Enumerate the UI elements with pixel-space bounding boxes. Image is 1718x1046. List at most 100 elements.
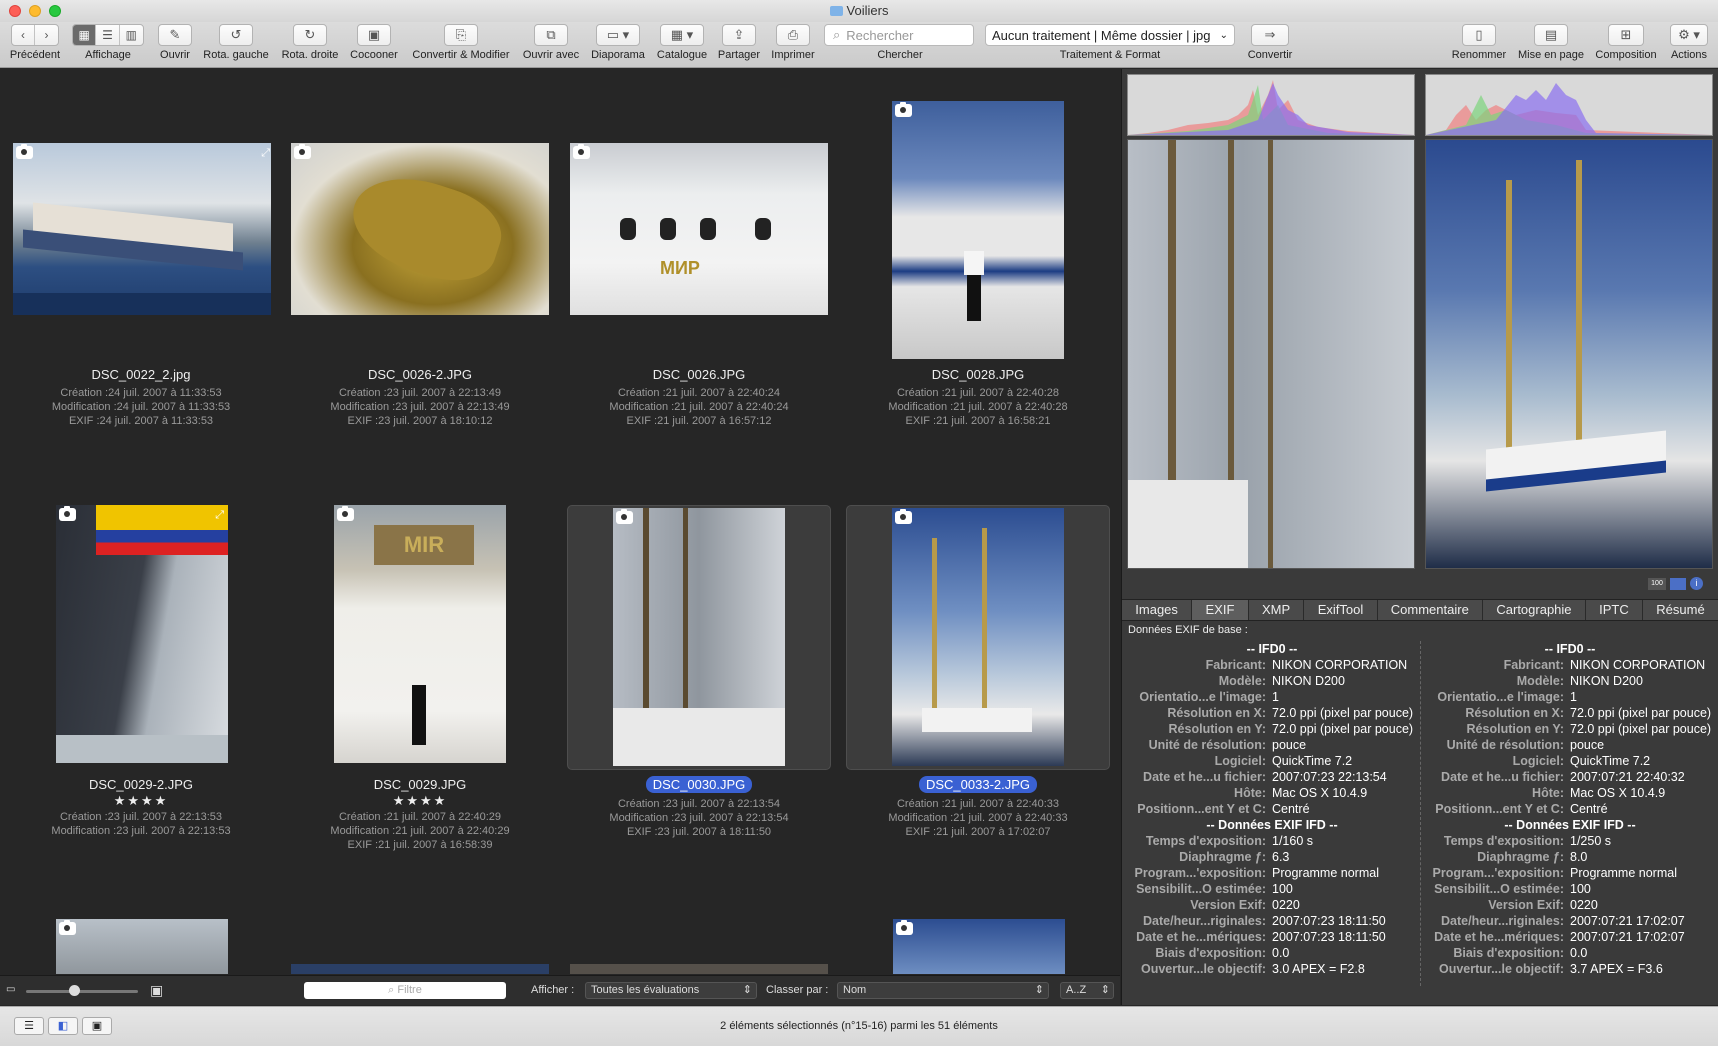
thumbnail-image[interactable]: МИР xyxy=(570,143,828,315)
tab-cartography[interactable]: Cartographie xyxy=(1483,600,1586,620)
slideshow-button[interactable]: ▭ ▾ Diaporama xyxy=(587,24,649,61)
process-group: Aucun traitement | Même dossier | jpg ⌄ T… xyxy=(985,24,1235,61)
share-button[interactable]: ⇪ Partager xyxy=(715,24,763,61)
thumbnail-cell[interactable] xyxy=(288,69,552,334)
thumbnail-meta: Création :23 juil. 2007 à 22:13:49 Modifi… xyxy=(330,387,510,427)
thumbnail-image[interactable] xyxy=(56,919,228,974)
thumbnail-image[interactable] xyxy=(570,964,828,974)
thumbnail-filename: DSC_0026.JPG xyxy=(652,367,746,382)
slideshow-icon: ▭ ▾ xyxy=(596,24,640,46)
actions-button[interactable]: ⚙ ▾ Actions xyxy=(1664,24,1714,61)
search-input[interactable]: ⌕ Rechercher xyxy=(824,24,974,46)
thumbnail-image[interactable] xyxy=(892,508,1064,766)
preview-image-left[interactable] xyxy=(1127,139,1415,569)
camera-icon xyxy=(616,509,633,524)
convert-modify-button[interactable]: ⎘ Convertir & Modifier xyxy=(406,24,516,61)
exif-value: 2007:07:21 17:02:07 xyxy=(1570,914,1685,928)
rating-stars[interactable]: ★★★★ xyxy=(280,793,560,809)
thumbnail-image[interactable] xyxy=(13,143,271,315)
exif-row: Fabricant: NIKON CORPORATION xyxy=(1422,657,1718,673)
filmstrip-view-icon[interactable]: ▥ xyxy=(120,25,143,45)
print-button[interactable]: ⎙ Imprimer xyxy=(767,24,819,61)
thumbnail-cell[interactable]: МИР xyxy=(567,69,831,334)
histogram-toggle-icon[interactable] xyxy=(1670,578,1686,590)
thumbnail-cell[interactable]: ⤢ xyxy=(10,69,274,399)
forward-arrow-icon[interactable]: › xyxy=(35,25,58,45)
thumbnail-cell-selected[interactable] xyxy=(846,505,1110,770)
expand-icon[interactable]: ⤢ xyxy=(261,147,270,160)
expand-icon[interactable]: ⤢ xyxy=(215,509,224,522)
exif-row: Date et he...mériques: 2007:07:21 17:02:0… xyxy=(1422,929,1718,945)
exif-value: 0.0 xyxy=(1272,946,1290,960)
catalog-icon: ▦ ▾ xyxy=(660,24,704,46)
composition-button[interactable]: ⊞ Composition xyxy=(1590,24,1662,61)
sort-select[interactable]: Nom ⇕ xyxy=(837,982,1049,999)
exif-key: Résolution en Y: xyxy=(1168,722,1266,736)
order-value: A..Z xyxy=(1066,984,1087,996)
thumbnail-meta: Création :23 juil. 2007 à 22:13:54 Modifi… xyxy=(609,798,789,838)
zoom-100-icon[interactable]: 100 xyxy=(1648,578,1666,590)
info-icon[interactable]: i xyxy=(1690,577,1703,590)
convert-button[interactable]: ⇒ Convertir xyxy=(1244,24,1296,61)
thumbnail-image[interactable] xyxy=(613,508,785,766)
exif-row: Biais d'exposition: 0.0 xyxy=(1422,945,1718,961)
rating-stars[interactable]: ★★★★ xyxy=(1,793,281,809)
rotate-left-button[interactable]: ↺ Rota. gauche xyxy=(202,24,270,61)
thumbnail-image[interactable] xyxy=(893,919,1065,974)
tab-exif[interactable]: EXIF xyxy=(1192,600,1249,620)
exif-value: Programme normal xyxy=(1272,866,1379,880)
exif-row: Temps d'exposition: 1/250 s xyxy=(1422,833,1718,849)
rename-button[interactable]: ▯ Renommer xyxy=(1446,24,1512,61)
grid-view-icon[interactable]: ▦ xyxy=(73,25,97,45)
thumbnail-image[interactable] xyxy=(291,964,549,974)
tab-images[interactable]: Images xyxy=(1122,600,1193,620)
thumbnail-filename: DSC_0029.JPG xyxy=(373,777,467,792)
preview-panel: 100 i Images EXIF XMP ExifTool Commentai… xyxy=(1121,69,1718,1005)
show-value: Toutes les évaluations xyxy=(591,984,700,996)
preview-image-right[interactable] xyxy=(1425,139,1713,569)
process-select[interactable]: Aucun traitement | Même dossier | jpg ⌄ xyxy=(985,24,1235,46)
thumbnail-filename: DSC_0028.JPG xyxy=(931,367,1025,382)
tab-summary[interactable]: Résumé xyxy=(1643,600,1718,620)
exif-value: QuickTime 7.2 xyxy=(1570,754,1651,768)
exif-value: 1/250 s xyxy=(1570,834,1612,848)
open-with-button[interactable]: ⧉ Ouvrir avec xyxy=(520,24,582,61)
thumbnail-image[interactable] xyxy=(291,143,549,315)
exif-key: Sensibilit...O estimée: xyxy=(1136,882,1266,896)
thumbnail-image[interactable]: MIR xyxy=(334,505,506,763)
cocoon-button[interactable]: ▣ Cocooner xyxy=(347,24,401,61)
tab-iptc[interactable]: IPTC xyxy=(1586,600,1643,620)
rename-icon: ▯ xyxy=(1462,24,1496,46)
thumbnail-cell[interactable]: MIR xyxy=(288,505,552,770)
tab-xmp[interactable]: XMP xyxy=(1249,600,1305,620)
show-select[interactable]: Toutes les évaluations ⇕ xyxy=(585,982,757,999)
thumbnail-size-slider[interactable] xyxy=(26,990,138,993)
thumbnail-image[interactable] xyxy=(56,505,228,763)
tab-comment[interactable]: Commentaire xyxy=(1378,600,1484,620)
convert-modify-label: Convertir & Modifier xyxy=(412,49,510,61)
exif-value: Mac OS X 10.4.9 xyxy=(1570,786,1666,800)
exif-section-title: -- Données EXIF IFD -- xyxy=(1206,818,1338,832)
exif-row: Modèle: NIKON D200 xyxy=(1422,673,1718,689)
rotate-right-button[interactable]: ↻ Rota. droite xyxy=(277,24,343,61)
slider-knob[interactable] xyxy=(69,985,80,996)
exif-value: NIKON D200 xyxy=(1570,674,1643,688)
composition-label: Composition xyxy=(1595,49,1657,61)
back-arrow-icon[interactable]: ‹ xyxy=(12,25,36,45)
thumbnail-cell-selected[interactable] xyxy=(567,505,831,770)
exif-row: Date et he...mériques: 2007:07:23 18:11:5… xyxy=(1124,929,1420,945)
filter-input[interactable]: ⌕ Filtre xyxy=(304,982,506,999)
catalog-button[interactable]: ▦ ▾ Catalogue xyxy=(653,24,711,61)
thumbnail-cell[interactable] xyxy=(846,69,1110,359)
tab-exiftool[interactable]: ExifTool xyxy=(1304,600,1378,620)
list-view-icon[interactable]: ☰ xyxy=(96,25,120,45)
exif-row: Logiciel: QuickTime 7.2 xyxy=(1422,753,1718,769)
open-button[interactable]: ✎ Ouvrir xyxy=(152,24,198,61)
thumbnail-cell[interactable]: ⤢ xyxy=(10,505,274,770)
exif-key: Hôte: xyxy=(1532,786,1564,800)
thumbnail-meta: Création :21 juil. 2007 à 22:40:24 Modifi… xyxy=(609,387,789,427)
thumbnail-image[interactable] xyxy=(892,101,1064,359)
order-select[interactable]: A..Z ⇕ xyxy=(1060,982,1114,999)
layout-button[interactable]: ▤ Mise en page xyxy=(1514,24,1588,61)
process-value: Aucun traitement | Même dossier | jpg xyxy=(992,27,1211,43)
